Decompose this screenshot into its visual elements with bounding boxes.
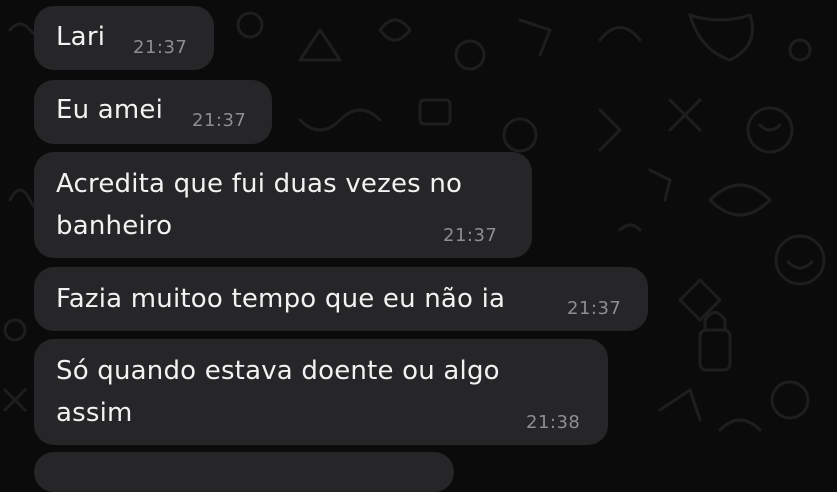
message-bubble[interactable]: Eu amei 21:37 — [34, 80, 272, 144]
message-text: Fazia muitoo tempo que eu não ia — [56, 284, 506, 314]
message-timestamp: 21:38 — [526, 412, 581, 433]
message-text-line: banheiro — [56, 211, 173, 241]
message-text: Lari — [56, 22, 106, 52]
message-bubble[interactable]: Fazia muitoo tempo que eu não ia 21:37 — [34, 267, 648, 331]
message-text-line: assim — [56, 398, 133, 428]
message-bubble[interactable]: Lari 21:37 — [34, 6, 214, 70]
message-timestamp: 21:37 — [443, 225, 498, 246]
message-bubble-partial[interactable] — [34, 452, 454, 492]
message-timestamp: 21:37 — [133, 37, 188, 58]
message-text: Eu amei — [56, 95, 164, 125]
message-text-line: Só quando estava doente ou algo — [56, 356, 500, 386]
message-bubble[interactable]: Acredita que fui duas vezes no banheiro … — [34, 152, 532, 258]
message-bubble[interactable]: Só quando estava doente ou algo assim 21… — [34, 339, 608, 445]
message-text-line: Acredita que fui duas vezes no — [56, 169, 463, 199]
message-timestamp: 21:37 — [567, 298, 622, 319]
message-timestamp: 21:37 — [192, 110, 247, 131]
